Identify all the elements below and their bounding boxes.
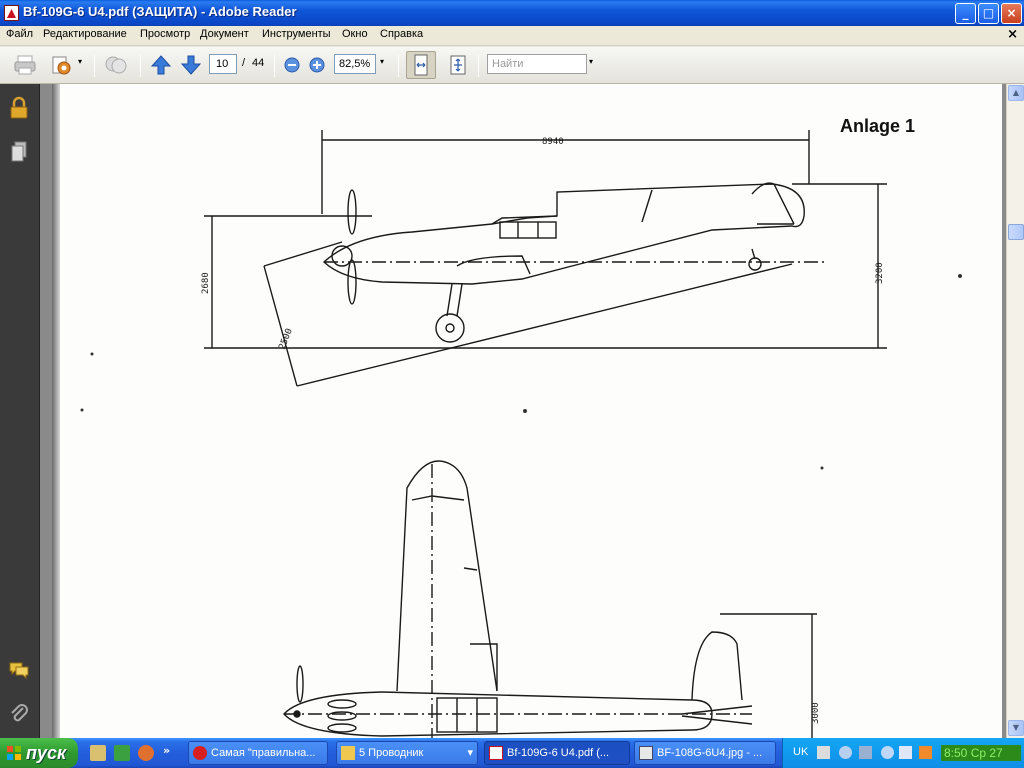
search-input[interactable]: Найти [487, 54, 587, 74]
zoom-in-icon[interactable] [308, 53, 326, 77]
browser-icon[interactable] [138, 745, 154, 761]
volume-icon[interactable] [859, 746, 872, 759]
dimension-height-right: 3200 [875, 262, 885, 284]
print-icon[interactable] [12, 53, 40, 77]
minimize-button[interactable]: _ [955, 3, 976, 24]
total-pages: 44 [252, 57, 265, 69]
next-page-icon[interactable] [180, 53, 202, 77]
dimension-height-left: 2680 [201, 272, 211, 294]
menu-file[interactable]: Файл [6, 28, 33, 40]
zoom-input[interactable]: 82,5% [334, 54, 376, 74]
pdf-app-icon[interactable] [4, 5, 19, 21]
comment-icon[interactable] [102, 53, 130, 77]
folder-icon [341, 746, 355, 760]
menu-tools[interactable]: Инструменты [262, 28, 331, 40]
image-file-icon [639, 746, 653, 760]
windows-logo-icon [7, 746, 21, 760]
menu-view[interactable]: Просмотр [140, 28, 190, 40]
navigation-panel [0, 84, 40, 738]
document-viewport[interactable]: Anlage 1 8940 2680 2500 3200 3000 [40, 84, 1006, 738]
pages-icon[interactable] [8, 140, 30, 164]
search-dropdown-icon[interactable]: ▾ [589, 57, 597, 66]
tray-app-icon[interactable] [919, 746, 932, 759]
network-icon[interactable] [881, 746, 894, 759]
task-opera[interactable]: Самая "правильна... [188, 741, 328, 765]
vertical-scrollbar[interactable]: ▲ ▼ [1006, 84, 1024, 738]
pdf-icon [489, 746, 503, 760]
toolbar-separator [478, 55, 479, 77]
system-tray: UK 8:50 Ср 27 [782, 738, 1024, 768]
start-label: пуск [26, 743, 67, 763]
task-adobe-reader[interactable]: Bf-109G-6 U4.pdf (... [484, 741, 630, 765]
dimension-tail: 3000 [811, 702, 821, 724]
dimension-length: 8940 [542, 137, 564, 147]
menu-help[interactable]: Справка [380, 28, 423, 40]
fit-page-icon[interactable] [446, 53, 470, 77]
opera-icon [193, 746, 207, 760]
toolbar: ▾ 10 / 44 82,5% ▾ Найти ▾ [0, 47, 1024, 84]
menu-document[interactable]: Документ [200, 28, 249, 40]
toolbar-separator [398, 55, 399, 77]
taskbar: пуск » Самая "правильна... 5 Проводник ▾… [0, 738, 1024, 768]
quicklaunch-app-icon[interactable] [114, 745, 130, 761]
menu-edit[interactable]: Редактирование [43, 28, 127, 40]
help-icon[interactable] [839, 746, 852, 759]
lock-icon[interactable] [8, 96, 30, 120]
task-explorer[interactable]: 5 Проводник ▾ [336, 741, 478, 765]
zoom-dropdown-icon[interactable]: ▾ [380, 57, 388, 66]
share-dropdown-icon[interactable]: ▾ [78, 57, 86, 66]
maximize-button[interactable]: □ [978, 3, 999, 24]
menu-bar: Файл Редактирование Просмотр Документ Ин… [0, 26, 1024, 46]
keyboard-icon[interactable] [817, 746, 830, 759]
menu-window[interactable]: Окно [342, 28, 368, 40]
toolbar-separator [274, 55, 275, 77]
zoom-out-icon[interactable] [283, 53, 301, 77]
start-button[interactable]: пуск [0, 738, 78, 768]
aircraft-drawing: 8940 2680 2500 3200 3000 [80, 130, 962, 738]
scroll-up-button[interactable]: ▲ [1008, 85, 1024, 101]
pdf-page: Anlage 1 8940 2680 2500 3200 3000 [52, 84, 1002, 738]
window-title: Bf-109G-6 U4.pdf (ЗАЩИТА) - Adobe Reader [23, 4, 297, 19]
page-number-input[interactable]: 10 [209, 54, 237, 74]
comments-icon[interactable] [8, 658, 30, 682]
title-bar[interactable]: Bf-109G-6 U4.pdf (ЗАЩИТА) - Adobe Reader… [0, 0, 1024, 26]
attachment-icon[interactable] [8, 702, 30, 726]
clock[interactable]: 8:50 Ср 27 [941, 745, 1021, 761]
close-button[interactable]: × [1001, 3, 1022, 24]
display-icon[interactable] [899, 746, 912, 759]
language-indicator[interactable]: UK [793, 746, 808, 758]
page-separator: / [242, 57, 246, 69]
quicklaunch-more-button[interactable]: » [163, 744, 170, 757]
document-close-button[interactable]: × [1007, 27, 1018, 42]
show-desktop-icon[interactable] [90, 745, 106, 761]
toolbar-separator [94, 55, 95, 77]
explorer-group-dropdown-icon[interactable]: ▾ [467, 742, 473, 764]
scroll-thumb[interactable] [1008, 224, 1024, 240]
share-icon[interactable] [48, 53, 76, 77]
previous-page-icon[interactable] [150, 53, 172, 77]
task-image-viewer[interactable]: BF-108G-6U4.jpg - ... [634, 741, 776, 765]
toolbar-separator [140, 55, 141, 77]
fit-width-button[interactable] [406, 51, 436, 79]
scroll-down-button[interactable]: ▼ [1008, 720, 1024, 736]
